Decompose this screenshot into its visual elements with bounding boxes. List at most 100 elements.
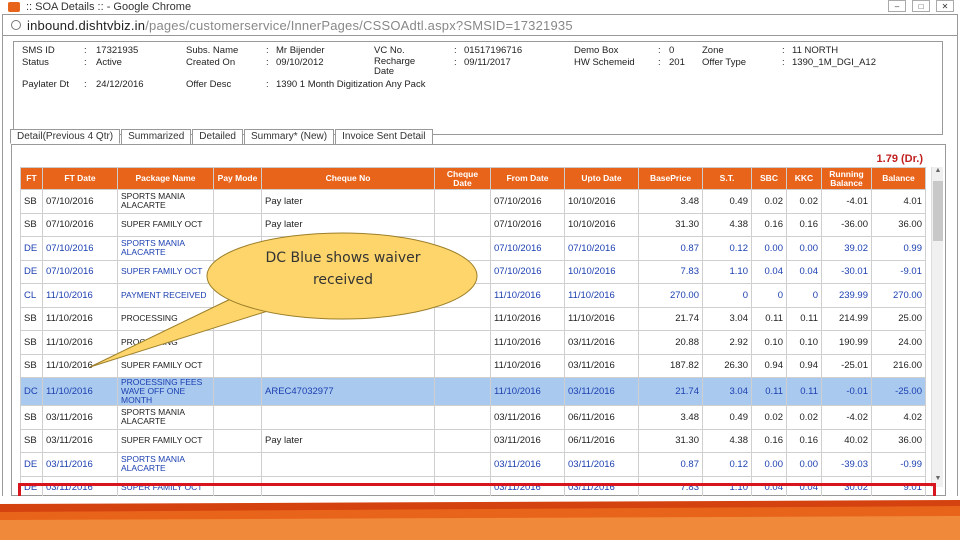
table-cell: PROCESSING FEES WAVE OFF ONE MONTH: [117, 377, 214, 406]
table-cell: 3.04: [702, 306, 752, 331]
tab-summary-new[interactable]: Summary* (New): [243, 129, 335, 144]
value-paylater-dt: 24/12/2016: [96, 79, 144, 90]
table-cell: -36.00: [821, 212, 872, 237]
column-header: FT Date: [42, 167, 118, 190]
table-cell: [434, 475, 491, 496]
table-cell: 1.10: [702, 475, 752, 496]
table-cell: [261, 405, 435, 430]
tab-detailed[interactable]: Detailed: [192, 129, 243, 144]
table-cell: [213, 452, 262, 477]
table-row[interactable]: SB 07/10/2016 SPORTS MANIA ALACARTE Pay lat…: [20, 189, 926, 214]
column-header: FT: [20, 167, 43, 190]
table-cell: -25.01: [821, 353, 872, 378]
table-cell: 0.16: [751, 428, 787, 453]
label-sms-id: SMS ID: [22, 45, 55, 56]
table-cell: [261, 452, 435, 477]
table-cell: 0.16: [786, 428, 822, 453]
label-status: Status: [22, 57, 49, 68]
column-header: Balance: [871, 167, 926, 190]
table-cell: [434, 353, 491, 378]
table-cell: SPORTS MANIA ALACARTE: [117, 236, 214, 261]
table-cell: SUPER FAMILY OCT: [117, 475, 214, 496]
table-cell: DE: [20, 236, 43, 261]
table-cell: -0.01: [821, 377, 872, 406]
column-header: S.T.: [702, 167, 752, 190]
table-row[interactable]: SB 11/10/2016 SUPER FAMILY OCT 11/10/2016 03…: [20, 353, 926, 378]
table-cell: 0.99: [871, 236, 926, 261]
label-subs-name: Subs. Name: [186, 45, 239, 56]
table-cell: 11/10/2016: [42, 353, 118, 378]
table-cell: 0.00: [751, 452, 787, 477]
table-cell: 21.74: [638, 377, 703, 406]
column-header: SBC: [751, 167, 787, 190]
table-cell: SUPER FAMILY OCT: [117, 428, 214, 453]
table-cell: SB: [20, 189, 43, 214]
tab-summarized[interactable]: Summarized: [121, 129, 192, 144]
table-row[interactable]: DC 11/10/2016 PROCESSING FEES WAVE OFF ONE…: [20, 377, 926, 406]
page-info-icon[interactable]: [11, 20, 21, 30]
table-cell: SPORTS MANIA ALACARTE: [117, 452, 214, 477]
column-header: Cheque No: [261, 167, 435, 190]
table-cell: 07/10/2016: [490, 259, 565, 284]
table-row[interactable]: SB 03/11/2016 SUPER FAMILY OCT Pay later 03/…: [20, 428, 926, 453]
table-cell: [213, 475, 262, 496]
table-row[interactable]: DE 03/11/2016 SPORTS MANIA ALACARTE 03/11/2…: [20, 452, 926, 477]
maximize-icon[interactable]: □: [912, 0, 930, 12]
table-cell: 03/11/2016: [564, 330, 639, 355]
table-cell: 0.87: [638, 452, 703, 477]
table-cell: 2.92: [702, 330, 752, 355]
window-controls: – □ ✕: [888, 0, 954, 12]
table-cell: -0.99: [871, 452, 926, 477]
tab-detail[interactable]: Detail(Previous 4 Qtr): [10, 129, 121, 144]
table-cell: 11/10/2016: [490, 377, 565, 406]
value-created-on: 09/10/2012: [276, 57, 324, 68]
table-cell: 7.83: [638, 259, 703, 284]
column-header: Pay Mode: [213, 167, 262, 190]
table-cell: SB: [20, 212, 43, 237]
table-cell: SB: [20, 330, 43, 355]
address-bar[interactable]: inbound.dishtvbiz.in/pages/customerservi…: [2, 14, 958, 36]
scroll-down-icon[interactable]: ▼: [932, 475, 944, 487]
table-cell: 25.00: [871, 306, 926, 331]
table-cell: 10/10/2016: [564, 212, 639, 237]
scroll-up-icon[interactable]: ▲: [932, 167, 944, 179]
table-cell: -39.03: [821, 452, 872, 477]
table-cell: 07/10/2016: [490, 212, 565, 237]
vertical-scrollbar[interactable]: ▲ ▼: [931, 167, 943, 487]
table-cell: 24.00: [871, 330, 926, 355]
table-cell: DC: [20, 377, 43, 406]
table-cell: 0.10: [786, 330, 822, 355]
table-row[interactable]: DE 03/11/2016 SUPER FAMILY OCT 03/11/2016 03…: [20, 475, 926, 496]
table-cell: 0.49: [702, 405, 752, 430]
table-cell: 06/11/2016: [564, 405, 639, 430]
table-cell: 03/11/2016: [42, 452, 118, 477]
column-header: From Date: [490, 167, 565, 190]
table-cell: 07/10/2016: [564, 236, 639, 261]
scroll-thumb[interactable]: [933, 181, 943, 241]
balance-indicator: 1.79 (Dr.): [876, 153, 923, 165]
tab-invoice-sent-detail[interactable]: Invoice Sent Detail: [335, 129, 433, 144]
close-icon[interactable]: ✕: [936, 0, 954, 12]
table-cell: 0.11: [786, 377, 822, 406]
value-sms-id: 17321935: [96, 45, 139, 56]
label-recharge-date: Recharge Date: [374, 56, 416, 77]
table-cell: -25.00: [871, 377, 926, 406]
table-cell: 0: [751, 283, 787, 308]
table-cell: [261, 475, 435, 496]
table-cell: 0.16: [786, 212, 822, 237]
table-cell: PAYMENT RECEIVED: [117, 283, 214, 308]
column-header: KKC: [786, 167, 822, 190]
table-cell: -9.01: [871, 259, 926, 284]
minimize-icon[interactable]: –: [888, 0, 906, 12]
table-cell: 0.11: [786, 306, 822, 331]
label-demo-box: Demo Box: [574, 45, 619, 56]
table-cell: 0.04: [751, 259, 787, 284]
table-cell: SB: [20, 405, 43, 430]
table-cell: 10/10/2016: [564, 259, 639, 284]
table-cell: 7.83: [638, 475, 703, 496]
value-hw-scheme: 201: [669, 57, 685, 68]
table-row[interactable]: SB 03/11/2016 SPORTS MANIA ALACARTE 03/11/2…: [20, 405, 926, 430]
table-cell: 11/10/2016: [42, 283, 118, 308]
value-subs-name: Mr Bijender: [276, 45, 325, 56]
table-cell: Pay later: [261, 428, 435, 453]
